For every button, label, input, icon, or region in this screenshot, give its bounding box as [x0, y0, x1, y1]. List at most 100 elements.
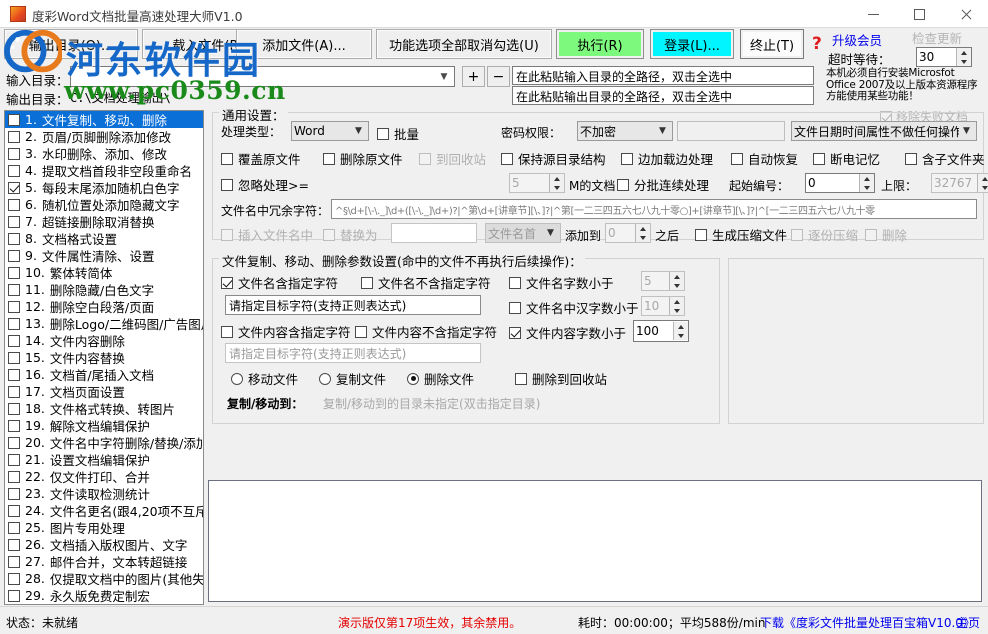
file-date-attribute-select[interactable]: 文件日期时间属性不做任何操作 ▼ [791, 121, 977, 141]
chevron-down-icon[interactable]: ▼ [351, 126, 366, 136]
auto-restore-checkbox[interactable]: 自动恢复 [731, 149, 798, 168]
checkbox-icon[interactable] [515, 373, 527, 385]
input-directory-combo[interactable]: ▼ [70, 66, 455, 87]
ignore-size-input[interactable] [510, 174, 549, 192]
name-length-input[interactable] [642, 272, 669, 290]
function-list-item[interactable]: 28.仅提取文档中的图片(其他失效 [5, 570, 203, 587]
paste-output-path-field[interactable]: 在此粘贴输出目录的全路径，双击全选中 [512, 86, 814, 105]
chevron-down-icon[interactable]: ▼ [436, 72, 452, 82]
replace-with-field[interactable] [391, 223, 477, 243]
function-list-item[interactable]: 10.繁体转简体 [5, 264, 203, 281]
checkbox-icon[interactable] [221, 277, 233, 289]
function-list-item[interactable]: 8.文档格式设置 [5, 230, 203, 247]
keep-source-structure-checkbox[interactable]: 保持源目录结构 [501, 149, 606, 168]
radio-icon[interactable] [319, 373, 331, 385]
function-list-item[interactable]: 2.页眉/页脚删除添加修改 [5, 128, 203, 145]
function-list-item[interactable]: 14.文件内容删除 [5, 332, 203, 349]
content-contains-checkbox[interactable]: 文件内容含指定字符 [221, 322, 351, 341]
spinner-arrows-icon[interactable] [549, 174, 564, 192]
checkbox-icon[interactable] [8, 590, 20, 602]
copy-move-to-value[interactable]: 复制/移动到的目录未指定(双击指定目录) [323, 395, 540, 412]
checkbox-icon[interactable] [8, 199, 20, 211]
function-list-item[interactable]: 18.文件格式转换、转图片 [5, 400, 203, 417]
file-date-attribute-value[interactable]: 文件日期时间属性不做任何操作 [794, 123, 959, 140]
function-list-item[interactable]: 6.随机位置处添加隐藏文字 [5, 196, 203, 213]
start-number-input[interactable] [806, 174, 859, 192]
checkbox-icon[interactable] [509, 327, 521, 339]
function-list-item[interactable]: 13.删除Logo/二维码图/广告图片 [5, 315, 203, 332]
checkbox-icon[interactable] [8, 386, 20, 398]
checkbox-icon[interactable] [221, 179, 233, 191]
uncheck-all-options-button[interactable]: 功能选项全部取消勾选(U) [376, 29, 552, 59]
checkbox-icon[interactable] [8, 352, 20, 364]
timeout-input[interactable] [917, 48, 956, 66]
add-to-stepper[interactable] [605, 223, 651, 243]
add-file-button[interactable]: 添加文件(A)... [236, 29, 372, 59]
checkbox-icon[interactable] [8, 335, 20, 347]
password-permission-value[interactable]: 不加密 [580, 123, 655, 140]
content-length-input[interactable] [634, 322, 673, 340]
checkbox-icon[interactable] [8, 573, 20, 585]
checkbox-icon[interactable] [8, 420, 20, 432]
checkbox-icon[interactable] [8, 505, 20, 517]
home-link[interactable]: 主页 [956, 614, 980, 631]
upgrade-member-link[interactable]: 升级会员 [832, 30, 882, 49]
close-button[interactable] [942, 0, 988, 28]
run-button[interactable]: 执行(R) [556, 29, 644, 59]
checkbox-icon[interactable] [221, 326, 233, 338]
name-cjk-count-less-checkbox[interactable]: 文件名中汉字数小于 [509, 298, 639, 317]
spinner-arrows-icon[interactable] [977, 174, 988, 192]
function-list-item[interactable]: 19.解除文档编辑保护 [5, 417, 203, 434]
radio-icon[interactable] [407, 373, 419, 385]
spinner-arrows-icon[interactable] [673, 322, 688, 340]
password-permission-select[interactable]: 不加密 ▼ [577, 121, 673, 141]
name-contains-checkbox[interactable]: 文件名含指定字符 [221, 273, 338, 292]
checkbox-icon[interactable] [813, 153, 825, 165]
target-chars-field-1[interactable]: 请指定目标字符(支持正则表达式) [225, 295, 481, 315]
function-list-item[interactable]: 3.水印删除、添加、修改 [5, 145, 203, 162]
process-type-value[interactable]: Word [294, 124, 351, 138]
checkbox-icon[interactable] [8, 318, 20, 330]
checkbox-icon[interactable] [8, 471, 20, 483]
load-while-processing-checkbox[interactable]: 边加载边处理 [621, 149, 713, 168]
checkbox-icon[interactable] [695, 229, 707, 241]
checkbox-icon[interactable] [377, 128, 389, 140]
power-memory-checkbox[interactable]: 断电记忆 [813, 149, 880, 168]
checkbox-icon[interactable] [8, 267, 20, 279]
start-number-stepper[interactable] [805, 173, 875, 193]
chevron-down-icon[interactable]: ▼ [959, 126, 974, 136]
function-list-item[interactable]: 27.邮件合并，文本转超链接 [5, 553, 203, 570]
spinner-arrows-icon[interactable] [859, 174, 874, 192]
delete-file-radio[interactable]: 删除文件 [407, 369, 474, 388]
include-subfolders-checkbox[interactable]: 含子文件夹 [905, 149, 985, 168]
checkbox-icon[interactable] [221, 153, 233, 165]
content-not-contains-checkbox[interactable]: 文件内容不含指定字符 [355, 322, 497, 341]
copy-file-radio[interactable]: 复制文件 [319, 369, 386, 388]
checkbox-icon[interactable] [8, 233, 20, 245]
checkbox-icon[interactable] [8, 216, 20, 228]
checkbox-icon[interactable] [8, 437, 20, 449]
checkbox-icon[interactable] [355, 326, 367, 338]
function-list-item[interactable]: 24.文件名更名(跟4,20项不互斥） [5, 502, 203, 519]
function-list-item[interactable]: 26.文档插入版权图片、文字 [5, 536, 203, 553]
checkbox-icon[interactable] [323, 153, 335, 165]
checkbox-icon[interactable] [8, 488, 20, 500]
function-list-item[interactable]: 15.文件内容替换 [5, 349, 203, 366]
spinner-arrows-icon[interactable] [956, 48, 971, 66]
redundant-chars-field[interactable]: ^§\d+[\-\._]\d+([\-\._]\d+)?|^第\d+[讲章节][… [331, 199, 977, 219]
spinner-arrows-icon[interactable] [635, 224, 650, 242]
delete-original-checkbox[interactable]: 删除原文件 [323, 149, 403, 168]
function-list-item[interactable]: 17.文档页面设置 [5, 383, 203, 400]
name-length-less-checkbox[interactable]: 文件名字数小于 [509, 273, 614, 292]
checkbox-icon[interactable] [8, 454, 20, 466]
checkbox-icon[interactable] [731, 153, 743, 165]
function-list-item[interactable]: 12.删除空白段落/页面 [5, 298, 203, 315]
checkbox-icon[interactable] [8, 165, 20, 177]
function-list-item[interactable]: 11.删除隐藏/白色文字 [5, 281, 203, 298]
name-cjk-count-input[interactable] [642, 297, 669, 315]
output-directory-button[interactable]: 输出目录(O)... [4, 29, 138, 59]
ignore-size-stepper[interactable] [509, 173, 565, 193]
name-not-contains-checkbox[interactable]: 文件名不含指定字符 [361, 273, 491, 292]
overwrite-original-checkbox[interactable]: 覆盖原文件 [221, 149, 301, 168]
function-list-item[interactable]: 4.提取文档首段非空段重命名 [5, 162, 203, 179]
